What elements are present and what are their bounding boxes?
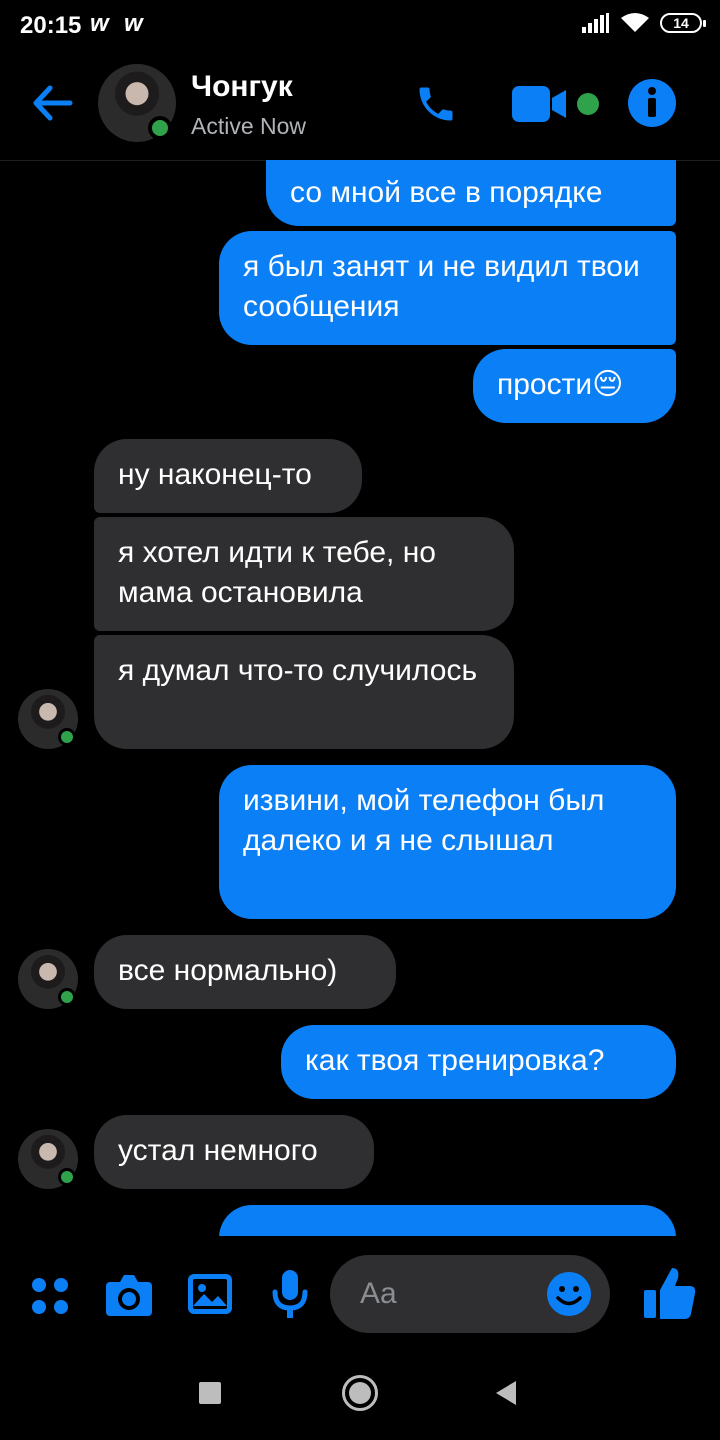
message-list[interactable]: со мной все в порядке я был занят и не в… (0, 160, 720, 1236)
composer-bar: Aa (0, 1248, 720, 1344)
recent-apps-button[interactable] (199, 1382, 221, 1404)
message-text: устал немного (118, 1134, 318, 1167)
battery-indicator: 14 (660, 13, 706, 33)
phone-call-icon[interactable] (414, 82, 458, 126)
outgoing-message[interactable]: прости😔 (473, 349, 676, 423)
outgoing-message[interactable]: извини, мой телефон был далеко и я не сл… (219, 765, 676, 919)
status-icons: 14 (582, 12, 706, 34)
camera-icon[interactable] (104, 1272, 154, 1318)
gallery-icon[interactable] (186, 1272, 234, 1316)
message-text: я хотел идти к тебе, но мама остановила (118, 536, 436, 609)
message-input[interactable]: Aa (330, 1255, 610, 1333)
incoming-message[interactable]: я хотел идти к тебе, но мама остановила (94, 517, 514, 631)
contact-name[interactable]: Чонгук (191, 70, 293, 104)
back-button[interactable] (494, 1380, 518, 1406)
online-indicator (58, 728, 76, 746)
message-text: извини, мой телефон был далеко и я не сл… (243, 784, 605, 857)
message-text: я был занят и не видил твои сообщения (243, 250, 640, 323)
message-text: прости😔 (497, 368, 624, 401)
app-notification-icon: w (124, 10, 143, 37)
microphone-icon[interactable] (270, 1268, 310, 1322)
info-icon[interactable] (627, 78, 677, 128)
video-call-icon[interactable] (510, 84, 570, 124)
incoming-message[interactable]: ну наконец-то (94, 439, 362, 513)
status-bar: 20:15 w w 14 (0, 0, 720, 50)
message-text: я думал что-то случилось (118, 654, 478, 687)
incoming-message[interactable]: все нормально) (94, 935, 396, 1009)
wifi-icon (621, 13, 649, 32)
video-active-dot (577, 93, 599, 115)
outgoing-message-partial[interactable] (219, 1205, 676, 1236)
outgoing-message[interactable]: со мной все в порядке (266, 160, 676, 226)
message-text: как твоя тренировка? (305, 1044, 605, 1077)
message-text: все нормально) (118, 954, 338, 987)
outgoing-message[interactable]: я был занят и не видил твои сообщения (219, 231, 676, 345)
app-notification-icon: w (90, 10, 109, 37)
thumbs-up-icon[interactable] (642, 1264, 698, 1322)
online-indicator (58, 988, 76, 1006)
back-arrow-icon[interactable] (28, 78, 78, 128)
apps-grid-icon[interactable] (28, 1274, 72, 1318)
message-text: ну наконец-то (118, 458, 312, 491)
incoming-message[interactable]: я думал что-то случилось (94, 635, 514, 749)
incoming-message[interactable]: устал немного (94, 1115, 374, 1189)
message-text: со мной все в порядке (290, 176, 603, 209)
online-indicator (58, 1168, 76, 1186)
home-button-inner (349, 1382, 371, 1404)
home-button[interactable] (342, 1375, 378, 1411)
signal-icon (582, 13, 609, 33)
clock: 20:15 (20, 12, 82, 39)
message-input-placeholder: Aa (360, 1277, 397, 1310)
emoji-icon[interactable] (546, 1271, 592, 1317)
outgoing-message[interactable]: как твоя тренировка? (281, 1025, 676, 1099)
system-navigation-bar (0, 1350, 720, 1440)
battery-level: 14 (673, 15, 689, 31)
chat-header: Чонгук Active Now (0, 50, 720, 161)
online-indicator (148, 116, 172, 140)
contact-status: Active Now (191, 113, 307, 139)
